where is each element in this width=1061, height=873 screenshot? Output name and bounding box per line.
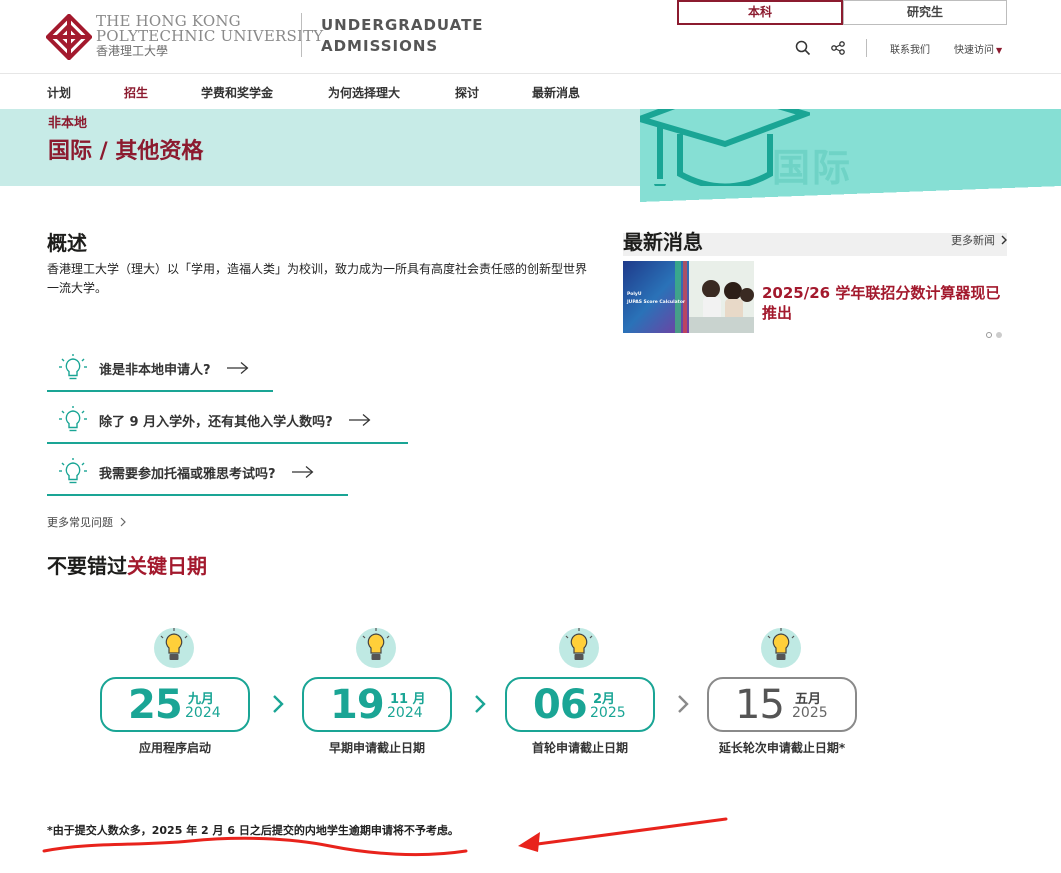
banner-accent-tail — [640, 186, 1061, 202]
nav-admissions[interactable]: 招生 — [124, 84, 148, 101]
polyu-logo-icon[interactable] — [46, 14, 92, 60]
tab-undergraduate[interactable]: 本科 — [677, 0, 843, 25]
faq-item[interactable]: 除了 9 月入学外，还有其他入学人数吗? — [47, 398, 408, 444]
date-year: 2024 — [387, 705, 423, 721]
quick-access-label: 快速访问 — [954, 45, 994, 56]
more-faq-link[interactable]: 更多常见问题 — [47, 514, 127, 530]
university-name[interactable]: THE HONG KONG POLYTECHNIC UNIVERSITY 香港理… — [96, 14, 323, 59]
lightbulb-icon — [356, 628, 396, 668]
lightbulb-icon — [761, 628, 801, 668]
carousel-dot[interactable] — [996, 332, 1002, 338]
study-level-tabs: 本科 研究生 — [677, 0, 1007, 25]
chevron-down-icon: ▼ — [996, 46, 1003, 55]
date-label: 应用程序启动 — [138, 741, 211, 755]
news-thumbnail[interactable]: PolyU JUPAS Score Calculator — [623, 261, 754, 333]
nav-why-polyu[interactable]: 为何选择理大 — [328, 84, 400, 101]
nav-fees-scholarships[interactable]: 学费和奖学金 — [201, 84, 273, 101]
key-date-item: 25 九月 2024 应用程序启动 — [100, 626, 250, 761]
key-dates-heading: 不要错过关键日期 — [47, 550, 207, 579]
quick-access-menu[interactable]: 快速访问 ▼ — [954, 41, 1002, 56]
overview-heading: 概述 — [47, 231, 87, 255]
date-label: 早期申请截止日期 — [328, 741, 425, 755]
late-application-footnote: *由于提交人数众多，2025 年 2 月 6 日之后提交的内地学生逾期申请将不予… — [47, 824, 459, 837]
overview-text: 香港理工大学（理大）以「学用，造福人类」为校训，致力成为一所具有高度社会责任感的… — [47, 262, 588, 295]
date-day: 19 — [330, 682, 385, 728]
share-icon — [831, 41, 845, 55]
page-banner: 非本地 国际 / 其他资格 国际 — [0, 109, 1061, 186]
lightbulb-icon — [59, 354, 87, 380]
lightbulb-icon — [559, 628, 599, 668]
site-title-line1: UNDERGRADUATE — [321, 16, 484, 34]
key-dates-heading-prefix: 不要错过 — [47, 554, 127, 578]
date-label: 首轮申请截止日期 — [531, 741, 628, 755]
annotation-underline — [42, 836, 468, 857]
arrow-right-icon — [291, 466, 313, 478]
faq-label: 我需要参加托福或雅思考试吗? — [99, 466, 276, 482]
arrow-right-icon — [348, 414, 371, 426]
key-date-item: 15 五月 2025 延长轮次申请截止日期* — [707, 626, 857, 761]
chevron-right-icon — [475, 695, 486, 713]
date-badge: 15 五月 2025 — [707, 677, 857, 732]
nav-explore[interactable]: 探讨 — [455, 84, 479, 101]
chevron-right-icon — [273, 695, 284, 713]
key-date-item: 06 2月 2025 首轮申请截止日期 — [505, 626, 655, 761]
annotation-arrow-shaft — [528, 817, 728, 847]
carousel-dots — [986, 332, 1002, 338]
chevron-right-icon — [120, 517, 126, 527]
faq-item[interactable]: 我需要参加托福或雅思考试吗? — [47, 450, 348, 496]
chevron-right-icon — [1001, 235, 1007, 245]
banner-subtitle: 非本地 — [48, 116, 88, 131]
lightbulb-icon — [154, 628, 194, 668]
lightbulb-icon — [59, 406, 87, 432]
main-nav: 计划 招生 学费和奖学金 为何选择理大 探讨 最新消息 — [0, 75, 1061, 109]
contact-us-link[interactable]: 联系我们 — [890, 41, 930, 56]
utility-divider — [866, 39, 867, 57]
news-headline-link[interactable]: 2025/26 学年联招分数计算器现已推出 — [762, 283, 1012, 323]
date-day: 15 — [735, 682, 785, 728]
carousel-dot[interactable] — [986, 332, 992, 338]
news-image-caption-line1: PolyU — [627, 292, 642, 297]
annotation-arrow-head — [518, 832, 540, 852]
chevron-right-icon — [678, 695, 689, 713]
lightbulb-icon — [59, 458, 87, 484]
search-button[interactable] — [795, 38, 811, 58]
date-year: 2025 — [590, 705, 626, 721]
date-badge: 06 2月 2025 — [505, 677, 655, 732]
date-badge: 25 九月 2024 — [100, 677, 250, 732]
arrow-right-icon — [226, 362, 248, 374]
date-label: 延长轮次申请截止日期* — [718, 741, 846, 755]
search-icon — [795, 40, 811, 56]
site-title-line2: ADMISSIONS — [321, 37, 439, 55]
logo-divider — [301, 13, 302, 57]
more-news-label: 更多新闻 — [951, 234, 995, 247]
news-image-caption-line2: JUPAS Score Calculator — [627, 300, 686, 305]
faq-item[interactable]: 谁是非本地申请人? — [47, 346, 273, 392]
faq-label: 谁是非本地申请人? — [99, 362, 211, 378]
page-title: 国际 / 其他资格 — [48, 139, 204, 164]
key-dates-heading-accent: 关键日期 — [127, 554, 207, 578]
news-heading: 最新消息 — [623, 230, 703, 254]
tab-postgraduate[interactable]: 研究生 — [843, 0, 1007, 25]
faq-label: 除了 9 月入学外，还有其他入学人数吗? — [99, 414, 333, 430]
key-date-item: 19 11 月 2024 早期申请截止日期 — [302, 626, 452, 761]
more-news-link[interactable]: 更多新闻 — [951, 232, 1008, 248]
share-button[interactable] — [830, 38, 846, 58]
date-day: 25 — [128, 682, 183, 728]
nav-programmes[interactable]: 计划 — [47, 84, 71, 101]
date-badge: 19 11 月 2024 — [302, 677, 452, 732]
banner-watermark: 国际 — [772, 146, 853, 186]
date-year: 2025 — [792, 705, 828, 721]
more-faq-label: 更多常见问题 — [47, 516, 113, 529]
logo-name-en-line2: POLYTECHNIC UNIVERSITY — [96, 27, 324, 45]
site-title[interactable]: UNDERGRADUATE ADMISSIONS — [321, 15, 484, 57]
site-header: THE HONG KONG POLYTECHNIC UNIVERSITY 香港理… — [0, 0, 1061, 74]
nav-latest-news[interactable]: 最新消息 — [532, 84, 580, 101]
logo-name-zh: 香港理工大學 — [96, 44, 169, 58]
date-day: 06 — [533, 682, 588, 728]
date-year: 2024 — [185, 705, 221, 721]
